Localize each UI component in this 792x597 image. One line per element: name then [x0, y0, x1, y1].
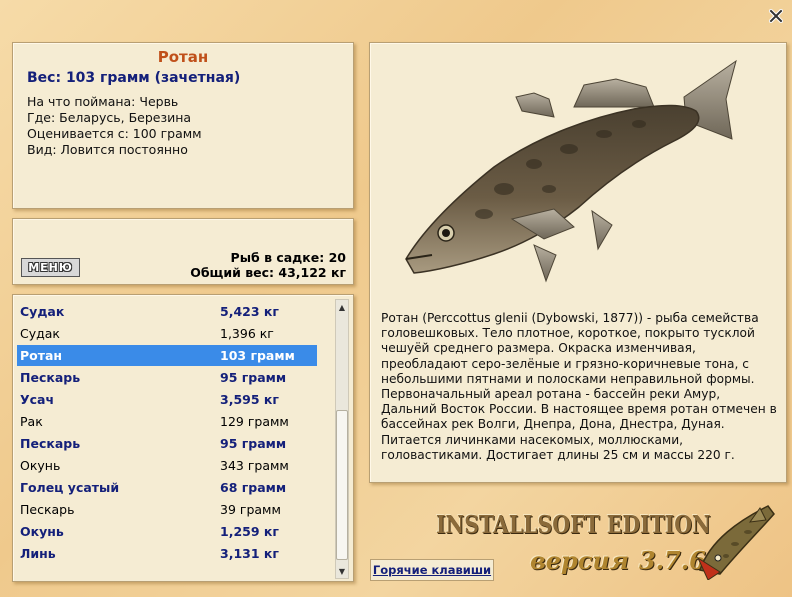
list-item-weight: 39 грамм	[220, 502, 281, 517]
scroll-up-icon[interactable]: ▲	[336, 300, 348, 314]
list-item[interactable]: Пескарь 95 грамм	[17, 367, 317, 388]
list-item-weight: 3,595 кг	[220, 392, 279, 407]
list-item-weight: 1,259 кг	[220, 524, 279, 539]
scroll-thumb[interactable]	[336, 410, 348, 560]
list-item[interactable]: Усач 3,595 кг	[17, 389, 317, 410]
fish-name: Ротан	[157, 48, 209, 66]
list-item-name: Линь	[20, 546, 56, 561]
close-button[interactable]	[765, 5, 787, 27]
list-item-name: Усач	[20, 392, 55, 407]
list-item[interactable]: Голец усатый 68 грамм	[17, 477, 317, 498]
list-item-weight: 5,423 кг	[220, 304, 279, 319]
list-item-name: Пескарь	[20, 436, 81, 451]
list-item-weight: 1,396 кг	[220, 326, 274, 341]
pike-logo-icon	[696, 505, 775, 580]
list-item-weight: 68 грамм	[220, 480, 287, 495]
list-item-name: Рак	[20, 414, 43, 429]
catch-list: Судак 5,423 кг Судак 1,396 кг Ротан 103 грамм…	[12, 294, 354, 582]
species-status-info: Вид: Ловится постоянно	[27, 142, 188, 157]
list-item[interactable]: Окунь 343 грамм	[17, 455, 317, 476]
fish-detail-panel: Ротан (Perccottus glenii (Dybowski, 1877…	[369, 42, 787, 483]
list-item[interactable]: Окунь 1,259 кг	[17, 521, 317, 542]
scrollbar[interactable]: ▲ ▼	[335, 299, 349, 579]
list-item[interactable]: Рак 129 грамм	[17, 411, 317, 432]
list-item-name: Ротан	[20, 348, 63, 363]
score-threshold-info: Оценивается с: 100 грамм	[27, 126, 202, 141]
list-item-name: Голец усатый	[20, 480, 120, 495]
list-item[interactable]: Пескарь 39 грамм	[17, 499, 317, 520]
list-item[interactable]: Ротан 103 грамм	[17, 345, 317, 366]
hotkeys-button[interactable]: Горячие клавиши	[370, 559, 494, 581]
list-item-weight: 95 грамм	[220, 436, 287, 451]
list-item-name: Пескарь	[20, 502, 75, 517]
list-item-name: Судак	[20, 304, 65, 319]
fish-description: Ротан (Perccottus glenii (Dybowski, 1877…	[381, 311, 777, 462]
fish-count: Рыб в садке: 20	[230, 250, 346, 265]
list-item-name: Пескарь	[20, 370, 81, 385]
list-item-weight: 343 грамм	[220, 458, 289, 473]
close-icon	[769, 9, 783, 23]
list-item-weight: 3,131 кг	[220, 546, 279, 561]
menu-button[interactable]: МЕНЮ	[21, 258, 80, 277]
list-item-name: Окунь	[20, 524, 64, 539]
total-weight: Общий вес: 43,122 кг	[190, 265, 346, 280]
version-label: версия 3.7.6	[530, 546, 706, 575]
fish-image	[405, 59, 737, 283]
list-item[interactable]: Пескарь 95 грамм	[17, 433, 317, 454]
hotkeys-label: Горячие клавиши	[372, 563, 492, 577]
bait-info: На что поймана: Червь	[27, 94, 179, 109]
list-item-weight: 103 грамм	[220, 348, 295, 363]
list-item[interactable]: Судак 1,396 кг	[17, 323, 317, 344]
list-item-name: Судак	[20, 326, 60, 341]
list-item[interactable]: Судак 5,423 кг	[17, 301, 317, 322]
version-word: версия	[530, 546, 629, 575]
fish-info-panel: Ротан Вес: 103 грамм (зачетная) На что п…	[12, 42, 354, 209]
edition-title: INSTALLSOFT EDITION	[436, 510, 711, 539]
fish-weight: Вес: 103 грамм (зачетная)	[27, 70, 241, 86]
cage-summary-panel: МЕНЮ Рыб в садке: 20 Общий вес: 43,122 к…	[12, 218, 354, 285]
list-item[interactable]: Линь 3,131 кг	[17, 543, 317, 564]
location-info: Где: Беларусь, Березина	[27, 110, 192, 125]
list-item-weight: 129 грамм	[220, 414, 289, 429]
list-item-weight: 95 грамм	[220, 370, 287, 385]
scroll-down-icon[interactable]: ▼	[336, 564, 348, 578]
list-item-name: Окунь	[20, 458, 61, 473]
